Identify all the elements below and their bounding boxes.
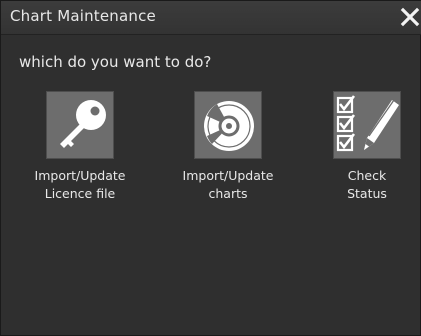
check-status-button[interactable] xyxy=(333,91,401,159)
import-charts-button[interactable] xyxy=(194,91,262,159)
disc-icon xyxy=(204,101,254,151)
title-bar: Chart Maintenance xyxy=(1,1,421,35)
checklist-icon xyxy=(336,95,399,152)
import-licence-button[interactable] xyxy=(46,91,114,159)
key-icon xyxy=(60,100,106,148)
close-icon xyxy=(400,7,420,27)
import-charts-label: Import/Update charts xyxy=(182,168,274,201)
check-status-label: Check Status xyxy=(347,168,387,201)
import-licence-label: Import/Update Licence file xyxy=(34,168,126,201)
import-licence-option[interactable]: Import/Update Licence file xyxy=(25,91,135,221)
chart-maintenance-dialog: Chart Maintenance which do you want to d… xyxy=(0,0,421,336)
prompt-text: which do you want to do? xyxy=(19,53,212,71)
dialog-title: Chart Maintenance xyxy=(10,7,156,25)
close-button[interactable] xyxy=(399,6,421,28)
check-status-option[interactable]: Check Status xyxy=(312,91,421,221)
import-charts-option[interactable]: Import/Update charts xyxy=(173,91,283,221)
